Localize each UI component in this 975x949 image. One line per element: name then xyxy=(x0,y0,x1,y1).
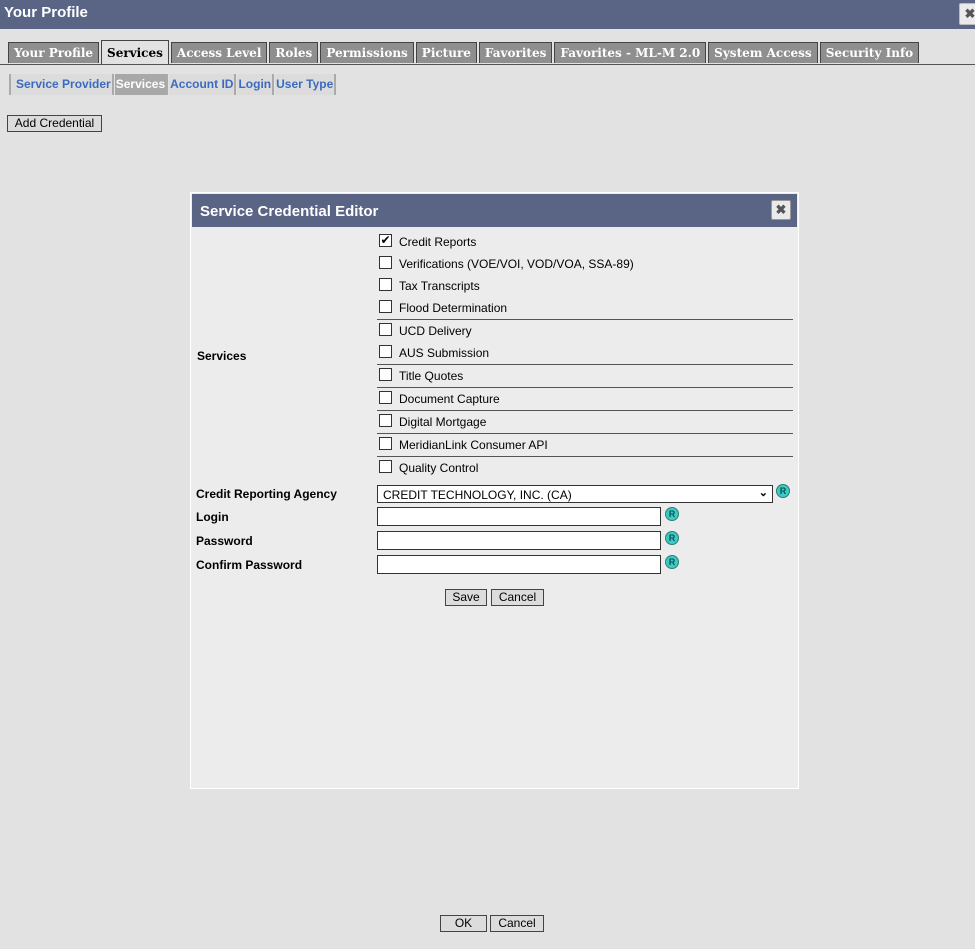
required-icon: R xyxy=(776,484,790,498)
tab-permissions[interactable]: Permissions xyxy=(320,42,414,63)
tab-access-level[interactable]: Access Level xyxy=(170,42,268,63)
login-input[interactable] xyxy=(377,507,661,526)
service-label: Credit Reports xyxy=(399,235,477,249)
service-checkbox[interactable] xyxy=(379,391,392,404)
tab-security-info[interactable]: Security Info xyxy=(819,42,920,63)
service-divider xyxy=(377,387,793,388)
cra-selected-value: CREDIT TECHNOLOGY, INC. (CA) xyxy=(383,488,572,502)
services-column-headers: Service Provider Services Account ID Log… xyxy=(9,74,337,95)
cancel-button[interactable]: Cancel xyxy=(490,915,544,932)
dialog-close-icon[interactable]: ✖ xyxy=(771,200,791,220)
service-label: AUS Submission xyxy=(399,346,490,360)
services-label: Services xyxy=(197,349,247,363)
service-divider xyxy=(377,319,793,320)
dialog-cancel-button[interactable]: Cancel xyxy=(491,589,544,606)
service-checkbox[interactable]: ✔ xyxy=(379,234,392,247)
confirm-password-input[interactable] xyxy=(377,555,661,574)
subtab-login[interactable]: Login xyxy=(237,74,275,95)
add-credential-button[interactable]: Add Credential xyxy=(7,115,102,132)
dialog-header: Service Credential Editor ✖ xyxy=(192,194,797,227)
service-checkbox[interactable] xyxy=(379,368,392,381)
subtab-services[interactable]: Services xyxy=(114,74,169,95)
password-input[interactable] xyxy=(377,531,661,550)
ok-button[interactable]: OK xyxy=(440,915,487,932)
window-title: Your Profile xyxy=(4,4,88,21)
cra-label: Credit Reporting Agency xyxy=(196,487,337,501)
dialog-save-button[interactable]: Save xyxy=(445,589,487,606)
tab-favorites-ml-m[interactable]: Favorites - ML-M 2.0 xyxy=(554,42,707,63)
service-label: Title Quotes xyxy=(399,369,464,383)
service-label: Flood Determination xyxy=(399,301,508,315)
tab-roles[interactable]: Roles xyxy=(269,42,319,63)
subtab-account-id[interactable]: Account ID xyxy=(169,74,237,95)
service-checkbox[interactable] xyxy=(379,278,392,291)
service-checkbox[interactable] xyxy=(379,460,392,473)
tab-system-access[interactable]: System Access xyxy=(708,42,818,63)
confirm-password-label: Confirm Password xyxy=(196,558,303,572)
subtab-service-provider[interactable]: Service Provider xyxy=(11,74,114,95)
required-icon: R xyxy=(665,531,679,545)
window-title-bar: Your Profile ✖ xyxy=(0,0,975,29)
tab-your-profile[interactable]: Your Profile xyxy=(8,42,100,63)
service-label: Digital Mortgage xyxy=(399,415,487,429)
service-divider xyxy=(377,433,793,434)
service-checkbox[interactable] xyxy=(379,345,392,358)
service-checkbox[interactable] xyxy=(379,323,392,336)
service-label: Document Capture xyxy=(399,392,500,406)
subtab-user-type[interactable]: User Type xyxy=(275,74,337,95)
chevron-down-icon: ⌄ xyxy=(758,487,768,499)
service-checkbox[interactable] xyxy=(379,414,392,427)
required-icon: R xyxy=(665,555,679,569)
service-label: MeridianLink Consumer API xyxy=(399,438,548,452)
service-checkbox[interactable] xyxy=(379,437,392,450)
password-label: Password xyxy=(196,534,253,548)
service-divider xyxy=(377,410,793,411)
service-credential-editor-dialog: Service Credential Editor ✖ Services ✔ C… xyxy=(190,192,799,789)
dialog-title: Service Credential Editor xyxy=(200,203,379,220)
window-close-icon[interactable]: ✖ xyxy=(959,3,975,25)
login-label: Login xyxy=(196,510,229,524)
profile-tab-bar: Your Profile Services Access Level Roles… xyxy=(0,40,975,65)
tab-services[interactable]: Services xyxy=(101,40,169,64)
service-divider xyxy=(377,456,793,457)
service-label: UCD Delivery xyxy=(399,324,472,338)
service-checkbox[interactable] xyxy=(379,300,392,313)
tab-favorites[interactable]: Favorites xyxy=(478,42,553,63)
service-label: Tax Transcripts xyxy=(399,279,480,293)
cra-select[interactable]: CREDIT TECHNOLOGY, INC. (CA) ⌄ xyxy=(377,485,773,503)
service-label: Verifications (VOE/VOI, VOD/VOA, SSA-89) xyxy=(399,257,634,271)
service-label: Quality Control xyxy=(399,461,479,475)
required-icon: R xyxy=(665,507,679,521)
service-divider xyxy=(377,364,793,365)
service-checkbox[interactable] xyxy=(379,256,392,269)
tab-picture[interactable]: Picture xyxy=(415,42,477,63)
